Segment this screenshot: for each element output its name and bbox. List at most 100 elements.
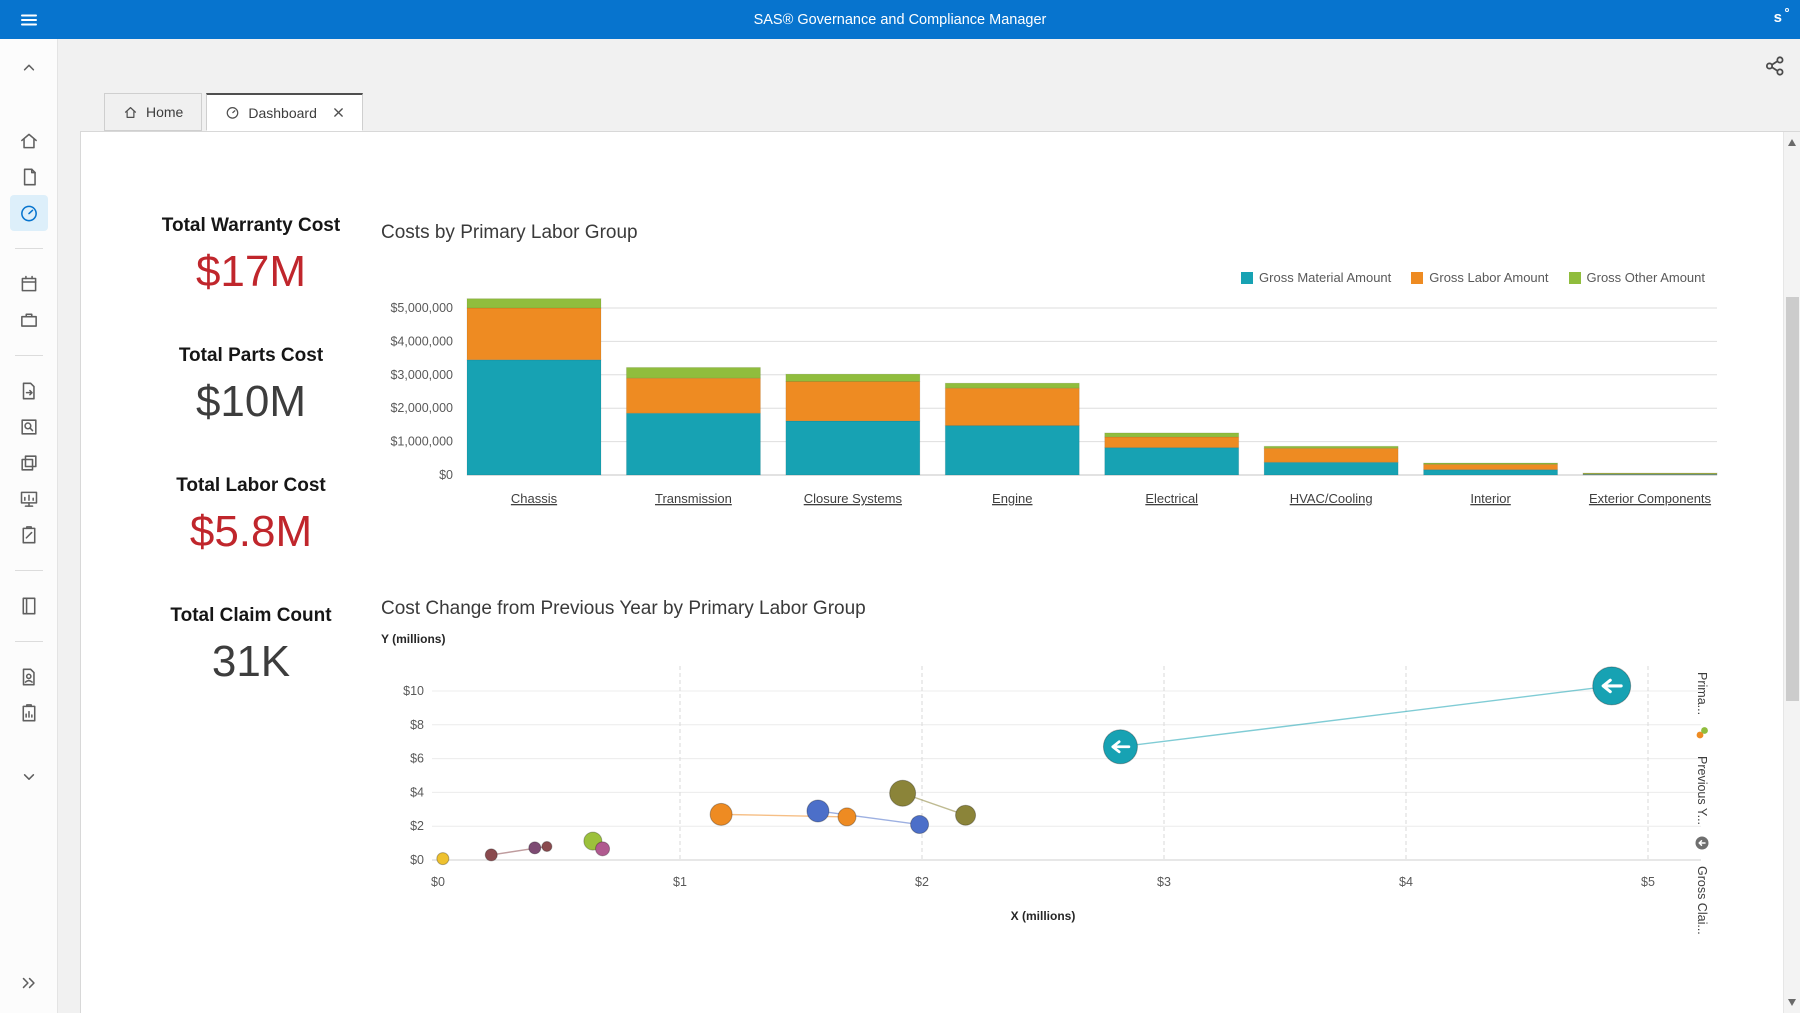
sidebar-item-calendar[interactable] <box>10 266 48 302</box>
sidebar-item-analytics[interactable] <box>10 695 48 731</box>
bar-segment[interactable] <box>1424 464 1558 469</box>
bar-segment[interactable] <box>1264 446 1398 448</box>
bubble[interactable] <box>542 841 552 851</box>
kpi-label: Total Parts Cost <box>179 344 323 368</box>
kpi-value: 31K <box>170 636 331 688</box>
sidebar-item-home[interactable] <box>10 123 48 159</box>
y-tick-label: $2 <box>410 819 424 833</box>
bar-segment[interactable] <box>786 421 920 475</box>
scrollbar[interactable] <box>1783 132 1800 1013</box>
kpi-total-warranty-cost: Total Warranty Cost $17M <box>162 214 340 298</box>
y-tick-label: $6 <box>410 752 424 766</box>
y-tick-label: $3,000,000 <box>390 368 453 382</box>
scroll-up-icon[interactable] <box>1788 139 1796 146</box>
bar-category-link[interactable]: Transmission <box>655 491 732 506</box>
sidebar-item-file-export[interactable] <box>10 373 48 409</box>
bar-category-link[interactable]: Electrical <box>1145 491 1198 506</box>
x-tick-label: $5 <box>1641 875 1655 889</box>
bar-segment[interactable] <box>467 360 601 475</box>
sidebar-scroll-down[interactable] <box>10 759 48 795</box>
bubble[interactable] <box>596 842 610 856</box>
bar-segment[interactable] <box>786 374 920 381</box>
x-tick-label: $4 <box>1399 875 1413 889</box>
bar-segment[interactable] <box>1105 433 1239 437</box>
bar-segment[interactable] <box>467 308 601 360</box>
sidebar-divider <box>15 355 43 356</box>
bar-segment[interactable] <box>1424 463 1558 464</box>
bar-category-link[interactable]: Closure Systems <box>804 491 903 506</box>
kpi-value: $17M <box>162 246 340 298</box>
sidebar-item-assessments[interactable] <box>10 517 48 553</box>
bar-segment[interactable] <box>945 388 1079 425</box>
sidebar-expand[interactable] <box>10 965 48 1001</box>
kpi-label: Total Labor Cost <box>176 474 326 498</box>
bar-category-link[interactable]: Chassis <box>511 491 558 506</box>
sidebar-item-dashboard[interactable] <box>10 195 48 231</box>
previous-year-arrow-icon <box>1694 835 1710 856</box>
kpi-label: Total Warranty Cost <box>162 214 340 238</box>
sidebar-item-cases[interactable] <box>10 302 48 338</box>
tab-bar: Home Dashboard <box>104 93 363 131</box>
scroll-thumb[interactable] <box>1786 297 1799 701</box>
sidebar <box>0 39 58 1013</box>
bar-segment[interactable] <box>1105 437 1239 448</box>
bar-category-link[interactable]: Interior <box>1470 491 1511 506</box>
bar-chart: $0$1,000,000$2,000,000$3,000,000$4,000,0… <box>381 282 1800 522</box>
sidebar-scroll-up[interactable] <box>10 49 48 85</box>
bubble[interactable] <box>911 816 929 834</box>
bar-category-link[interactable]: HVAC/Cooling <box>1290 491 1373 506</box>
bar-segment[interactable] <box>1264 462 1398 475</box>
menu-icon[interactable] <box>0 10 58 30</box>
bubble[interactable] <box>437 853 449 865</box>
bar-segment[interactable] <box>1105 448 1239 475</box>
sidebar-item-reports[interactable] <box>10 481 48 517</box>
bubble[interactable] <box>838 808 856 826</box>
bar-segment[interactable] <box>1264 448 1398 462</box>
bubble-legend-label[interactable]: Gross Clai... <box>1695 866 1709 935</box>
sidebar-item-journal[interactable] <box>10 588 48 624</box>
profile-initial: s <box>1774 9 1782 26</box>
bar-category-link[interactable]: Engine <box>992 491 1032 506</box>
bubble[interactable] <box>710 803 732 825</box>
y-tick-label: $4,000,000 <box>390 334 453 348</box>
bubble[interactable] <box>807 800 829 822</box>
close-icon[interactable] <box>333 107 344 118</box>
bubble-legend-label[interactable]: Prima... <box>1695 672 1709 715</box>
bubble-legend-label[interactable]: Previous Y... <box>1695 756 1709 825</box>
bubble[interactable] <box>529 842 541 854</box>
bar-category-link[interactable]: Exterior Components <box>1589 491 1712 506</box>
bar-segment[interactable] <box>1583 473 1717 474</box>
profile-icon[interactable]: s <box>1774 9 1782 26</box>
y-tick-label: $5,000,000 <box>390 301 453 315</box>
share-icon[interactable] <box>1764 55 1786 82</box>
bubble-right-legend: Prima... Previous Y... Gross Clai... <box>1688 672 1716 935</box>
tab-home[interactable]: Home <box>104 93 202 131</box>
sidebar-item-search[interactable] <box>10 409 48 445</box>
bubble-x-axis-label: X (millions) <box>1011 909 1076 923</box>
bar-segment[interactable] <box>626 378 760 413</box>
home-icon <box>123 105 138 120</box>
sidebar-item-profiles[interactable] <box>10 659 48 695</box>
bar-segment[interactable] <box>467 299 601 308</box>
bar-chart-title: Costs by Primary Labor Group <box>381 222 638 244</box>
y-tick-label: $2,000,000 <box>390 401 453 415</box>
bubble[interactable] <box>956 805 976 825</box>
bubble[interactable] <box>890 780 916 806</box>
sidebar-item-layers[interactable] <box>10 445 48 481</box>
bar-segment[interactable] <box>626 367 760 378</box>
bubble-y-axis-label: Y (millions) <box>381 632 445 646</box>
sidebar-item-documents[interactable] <box>10 159 48 195</box>
tab-dashboard[interactable]: Dashboard <box>206 93 363 131</box>
bubble-colors-icon <box>1694 725 1710 746</box>
bar-segment[interactable] <box>1424 470 1558 475</box>
sidebar-divider <box>15 570 43 571</box>
scroll-down-icon[interactable] <box>1788 999 1796 1006</box>
bar-segment[interactable] <box>626 413 760 475</box>
kpi-total-parts-cost: Total Parts Cost $10M <box>179 344 323 428</box>
bubble-chart-title: Cost Change from Previous Year by Primar… <box>381 598 866 620</box>
bar-segment[interactable] <box>786 381 920 420</box>
bar-segment[interactable] <box>945 426 1079 475</box>
bubble[interactable] <box>485 849 497 861</box>
bar-segment[interactable] <box>945 383 1079 388</box>
sidebar-divider <box>15 248 43 249</box>
